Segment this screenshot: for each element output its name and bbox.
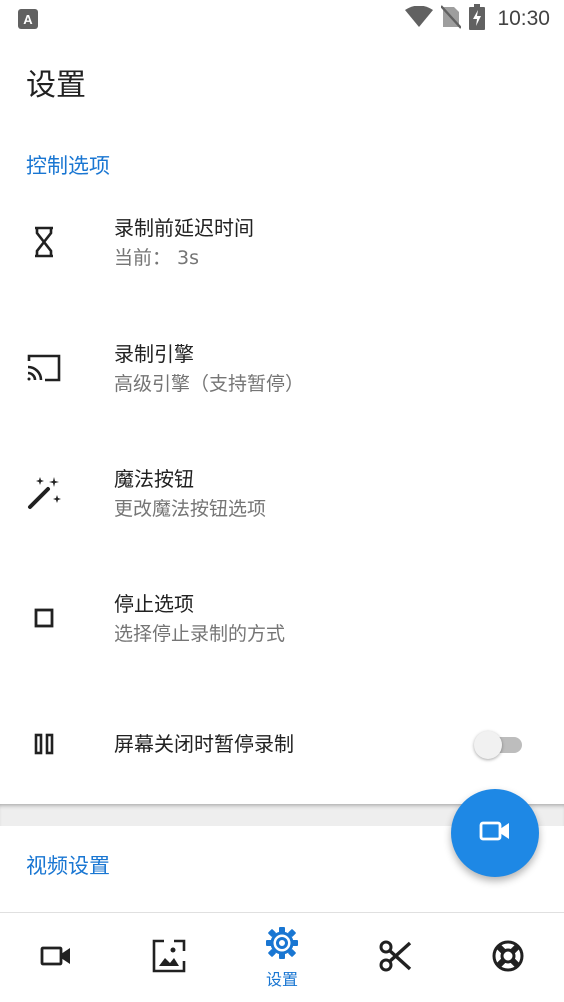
setting-title: 屏幕关闭时暂停录制 xyxy=(114,732,294,756)
page-title: 设置 xyxy=(26,68,86,103)
record-fab-button[interactable] xyxy=(451,789,539,877)
setting-row-record-delay[interactable]: 录制前延迟时间 当前： 3s xyxy=(0,196,564,292)
setting-subtitle: 当前： 3s xyxy=(114,247,200,269)
toggle-thumb xyxy=(474,731,502,759)
setting-title: 魔法按钮 xyxy=(114,467,194,491)
section-header-video: 视频设置 xyxy=(26,854,110,878)
wifi-icon xyxy=(405,5,434,32)
setting-row-record-engine[interactable]: 录制引擎 高级引擎（支持暂停） xyxy=(0,322,564,418)
setting-title: 录制前延迟时间 xyxy=(114,216,254,240)
pause-icon xyxy=(22,722,66,766)
setting-row-pause-screen-off[interactable]: 屏幕关闭时暂停录制 xyxy=(0,716,564,772)
scissors-icon xyxy=(378,939,412,977)
setting-title: 停止选项 xyxy=(114,592,194,616)
gallery-icon xyxy=(152,939,186,977)
cast-icon xyxy=(22,346,66,390)
videocam-icon xyxy=(479,820,511,846)
status-time: 10:30 xyxy=(497,7,550,30)
setting-subtitle: 选择停止录制的方式 xyxy=(114,623,286,645)
no-sim-icon xyxy=(440,5,463,33)
battery-charging-icon xyxy=(469,4,486,34)
nav-item-settings[interactable]: 设置 xyxy=(226,913,339,1002)
videocam-icon xyxy=(40,945,72,971)
support-ring-icon xyxy=(491,939,525,977)
section-header-control: 控制选项 xyxy=(26,154,110,178)
nav-item-record[interactable] xyxy=(0,913,113,1002)
setting-title: 录制引擎 xyxy=(114,342,194,366)
setting-subtitle: 高级引擎（支持暂停） xyxy=(114,373,305,395)
app-notification-icon: A xyxy=(18,9,38,29)
pause-screen-off-toggle[interactable] xyxy=(474,727,522,761)
settings-gear-icon xyxy=(265,926,299,964)
magic-wand-icon xyxy=(22,471,66,515)
setting-row-stop-options[interactable]: 停止选项 选择停止录制的方式 xyxy=(0,572,564,668)
nav-item-gallery[interactable] xyxy=(113,913,226,1002)
status-bar: A 10:30 xyxy=(0,0,564,38)
stop-icon xyxy=(22,596,66,640)
setting-row-magic-button[interactable]: 魔法按钮 更改魔法按钮选项 xyxy=(0,447,564,543)
hourglass-icon xyxy=(22,220,66,264)
nav-label-settings: 设置 xyxy=(265,969,298,989)
bottom-navigation: 设置 xyxy=(0,912,564,1002)
screen: A 10:30 设置 控制选项 录制前延迟时间 当前： 3s 录制引擎 高级引擎… xyxy=(0,0,564,1002)
nav-item-edit[interactable] xyxy=(338,913,451,1002)
setting-subtitle: 更改魔法按钮选项 xyxy=(114,498,267,520)
nav-item-support[interactable] xyxy=(451,913,564,1002)
